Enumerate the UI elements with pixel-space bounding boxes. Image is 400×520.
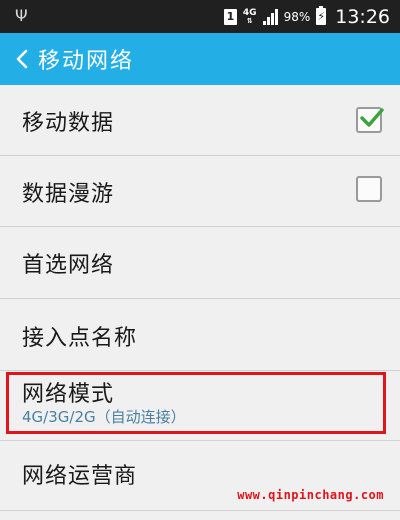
back-button[interactable] (6, 33, 38, 85)
setting-mobile-data[interactable]: 移动数据 (0, 85, 400, 156)
data-arrows-icon: ⇅ (246, 16, 253, 25)
status-bar: Ψ 1 4G ⇅ 98% ⚡ 13:26 (0, 0, 400, 33)
setting-label: 网络运营商 (22, 464, 138, 489)
checkmark-icon (360, 108, 384, 127)
setting-label: 网络模式 (22, 382, 115, 407)
watermark: www.qinpinchang.com (237, 488, 384, 502)
sim-slot-icon: 1 (223, 8, 237, 25)
chevron-left-icon (16, 49, 28, 69)
setting-label: 首选网络 (22, 253, 115, 278)
setting-label: 数据漫游 (22, 182, 115, 207)
page-title: 移动网络 (38, 49, 135, 74)
charging-bolt-icon: ⚡ (317, 10, 326, 23)
settings-list: 移动数据 数据漫游 首选网络 接入点名称 网络模式 4G/3G/2G（自动连接）… (0, 85, 400, 511)
battery-percent: 98% (283, 9, 311, 24)
setting-sublabel: 4G/3G/2G（自动连接） (22, 408, 186, 426)
status-icons: 1 4G ⇅ 98% ⚡ 13:26 (223, 0, 390, 33)
setting-network-mode[interactable]: 网络模式 4G/3G/2G（自动连接） (0, 371, 400, 441)
mobile-data-checkbox[interactable] (356, 107, 384, 133)
action-bar: 移动网络 (0, 33, 400, 85)
setting-label: 移动数据 (22, 111, 115, 136)
usb-icon: Ψ (15, 6, 28, 25)
setting-data-roaming[interactable]: 数据漫游 (0, 156, 400, 227)
setting-label: 接入点名称 (22, 326, 138, 351)
data-roaming-checkbox[interactable] (356, 176, 382, 202)
network-type-icon: 4G ⇅ (243, 8, 257, 25)
battery-charging-icon: ⚡ (316, 6, 327, 25)
setting-access-point-names[interactable]: 接入点名称 (0, 299, 400, 371)
setting-preferred-network[interactable]: 首选网络 (0, 227, 400, 299)
status-clock: 13:26 (335, 5, 390, 28)
signal-strength-icon (262, 8, 278, 25)
